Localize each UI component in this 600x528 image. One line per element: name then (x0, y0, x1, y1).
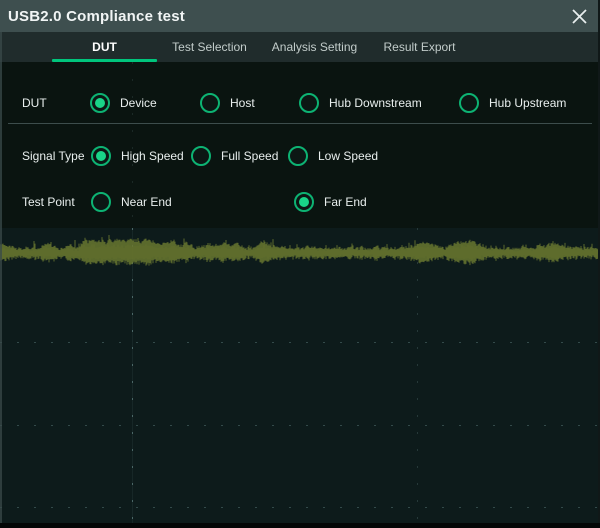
radio-hub-upstream[interactable]: Hub Upstream (459, 93, 566, 113)
graticule-hline-3 (0, 507, 600, 508)
radio-full-speed[interactable]: Full Speed (191, 146, 278, 166)
radio-icon (91, 146, 111, 166)
radio-label: Device (120, 96, 157, 110)
dut-row-label: DUT (22, 96, 47, 110)
signal-type-row-label: Signal Type (22, 149, 85, 163)
dialog-bottom-edge (0, 523, 600, 528)
radio-high-speed[interactable]: High Speed (91, 146, 184, 166)
radio-icon (200, 93, 220, 113)
title-bar: USB2.0 Compliance test (0, 0, 600, 32)
radio-label: Far End (324, 195, 367, 209)
tab-bar: DUT Test Selection Analysis Setting Resu… (0, 32, 600, 62)
radio-icon (299, 93, 319, 113)
radio-far-end[interactable]: Far End (294, 192, 367, 212)
tab-label: Test Selection (172, 40, 247, 54)
close-button[interactable] (564, 2, 594, 30)
radio-icon (459, 93, 479, 113)
radio-label: Host (230, 96, 255, 110)
graticule-vline-center (132, 228, 133, 523)
tab-analysis-setting[interactable]: Analysis Setting (262, 32, 367, 62)
tab-test-selection[interactable]: Test Selection (157, 32, 262, 62)
radio-label: Near End (121, 195, 172, 209)
radio-label: High Speed (121, 149, 184, 163)
radio-icon (90, 93, 110, 113)
row-divider (8, 123, 592, 124)
graticule-hline-2 (0, 425, 600, 426)
tab-dut[interactable]: DUT (52, 32, 157, 62)
radio-icon (191, 146, 211, 166)
radio-hub-downstream[interactable]: Hub Downstream (299, 93, 422, 113)
radio-host[interactable]: Host (200, 93, 255, 113)
radio-label: Low Speed (318, 149, 378, 163)
radio-low-speed[interactable]: Low Speed (288, 146, 378, 166)
close-icon (571, 8, 588, 25)
radio-icon (91, 192, 111, 212)
graticule-vline-secondary (417, 228, 418, 523)
waveform-area (0, 228, 600, 523)
dialog-title: USB2.0 Compliance test (0, 8, 185, 25)
radio-icon (288, 146, 308, 166)
tab-label: DUT (92, 40, 117, 54)
graticule-hline-1 (0, 342, 600, 343)
form-area: DUT Device Host Hub Downstream Hub Upstr… (0, 62, 600, 228)
radio-device[interactable]: Device (90, 93, 157, 113)
dialog-left-edge (0, 32, 2, 523)
radio-icon (294, 192, 314, 212)
usb-compliance-dialog: USB2.0 Compliance test DUT Test Selectio… (0, 0, 600, 528)
radio-label: Hub Upstream (489, 96, 566, 110)
radio-label: Hub Downstream (329, 96, 422, 110)
test-point-row-label: Test Point (22, 195, 75, 209)
graticule-vline-upper (132, 62, 133, 228)
tab-label: Analysis Setting (272, 40, 357, 54)
radio-label: Full Speed (221, 149, 278, 163)
tab-result-export[interactable]: Result Export (367, 32, 472, 62)
tab-label: Result Export (383, 40, 455, 54)
